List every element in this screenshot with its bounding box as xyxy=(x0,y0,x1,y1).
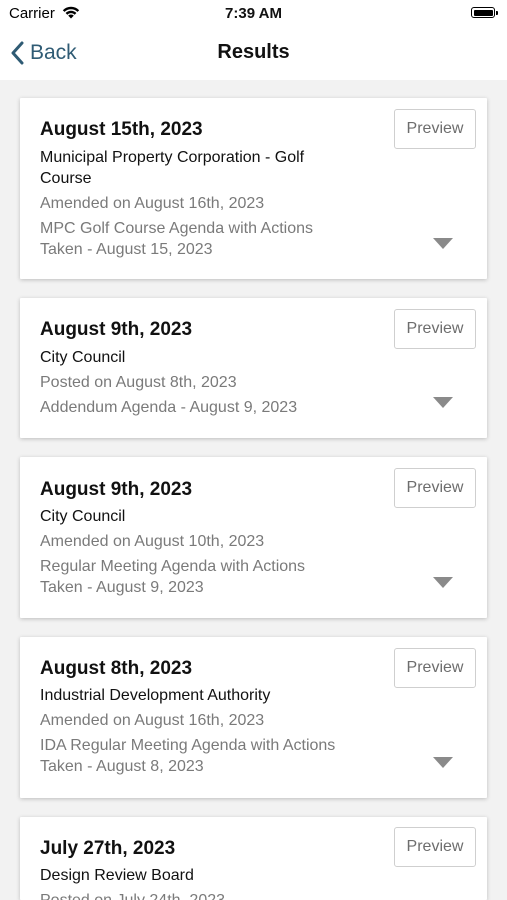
result-body: Industrial Development Authority Amended… xyxy=(40,685,370,777)
caret-down-icon[interactable] xyxy=(433,577,453,589)
result-body-name-cont: Course xyxy=(40,170,92,187)
status-time: 7:39 AM xyxy=(225,5,282,22)
result-body: Municipal Property Corporation - Golf Co… xyxy=(40,147,370,260)
result-status: Amended on August 16th, 2023 xyxy=(40,195,265,212)
result-description: Regular Meeting Agenda with Actions xyxy=(40,558,306,575)
result-card[interactable]: August 8th, 2023 Industrial Development … xyxy=(20,637,487,798)
preview-button[interactable]: Preview xyxy=(394,648,476,688)
result-body-name: City Council xyxy=(40,349,126,366)
result-card[interactable]: August 15th, 2023 Municipal Property Cor… xyxy=(20,98,487,279)
result-date: August 9th, 2023 xyxy=(40,479,193,500)
result-body-name: Design Review Board xyxy=(40,867,194,884)
result-body: City Council Posted on August 8th, 2023 … xyxy=(40,347,370,418)
navigation-bar: Back Results xyxy=(0,34,507,72)
result-description-cont: Taken - August 15, 2023 xyxy=(40,241,213,258)
result-body-name: Industrial Development Authority xyxy=(40,687,271,704)
result-description: IDA Regular Meeting Agenda with Actions xyxy=(40,737,336,754)
result-body: City Council Amended on August 10th, 202… xyxy=(40,506,370,598)
result-date: August 8th, 2023 xyxy=(40,658,193,679)
result-date: August 9th, 2023 xyxy=(40,319,193,340)
preview-button[interactable]: Preview xyxy=(394,309,476,349)
preview-button[interactable]: Preview xyxy=(394,109,476,149)
result-status: Posted on August 8th, 2023 xyxy=(40,374,237,391)
caret-down-icon[interactable] xyxy=(433,238,453,250)
caret-down-icon[interactable] xyxy=(433,757,453,769)
result-body-name: City Council xyxy=(40,508,126,525)
caret-down-icon[interactable] xyxy=(433,397,453,409)
battery-icon xyxy=(471,7,498,18)
result-body-name: Municipal Property Corporation - Golf xyxy=(40,149,305,166)
preview-button[interactable]: Preview xyxy=(394,468,476,508)
result-card[interactable]: August 9th, 2023 City Council Amended on… xyxy=(20,457,487,618)
result-status: Amended on August 16th, 2023 xyxy=(40,712,265,729)
result-card[interactable]: July 27th, 2023 Design Review Board Post… xyxy=(20,817,487,900)
result-card[interactable]: August 9th, 2023 City Council Posted on … xyxy=(20,298,487,438)
result-status: Posted on July 24th, 2023 xyxy=(40,890,370,900)
result-description: Addendum Agenda - August 9, 2023 xyxy=(40,399,298,416)
page-title: Results xyxy=(217,41,290,63)
top-bar: Carrier 7:39 AM Back Results xyxy=(0,0,507,80)
result-date: August 15th, 2023 xyxy=(40,119,203,140)
result-description-cont: Taken - August 8, 2023 xyxy=(40,758,204,775)
result-body: Design Review Board Posted on July 24th,… xyxy=(40,865,370,900)
status-bar: Carrier 7:39 AM xyxy=(0,0,507,28)
preview-button[interactable]: Preview xyxy=(394,827,476,867)
result-description-cont: Taken - August 9, 2023 xyxy=(40,579,204,596)
result-description: MPC Golf Course Agenda with Actions xyxy=(40,220,314,237)
result-date: July 27th, 2023 xyxy=(40,838,176,859)
result-status: Amended on August 10th, 2023 xyxy=(40,533,265,550)
